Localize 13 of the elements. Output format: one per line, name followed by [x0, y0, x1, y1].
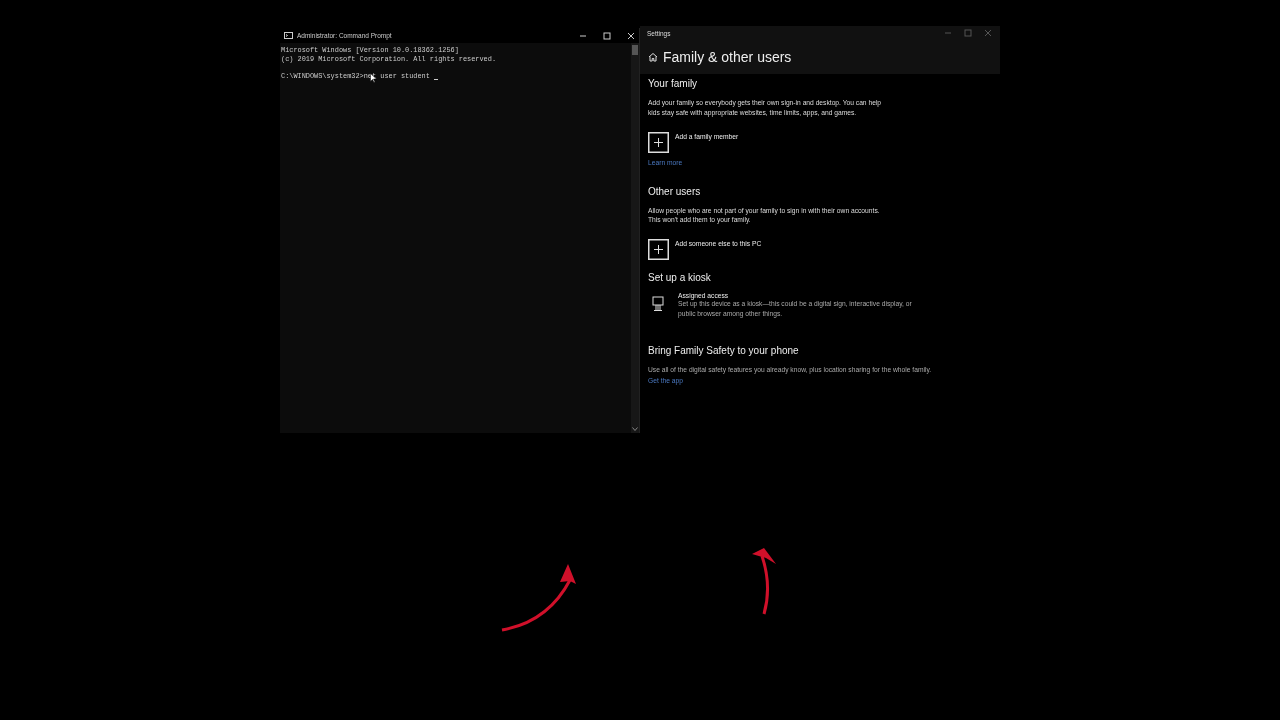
section-heading: Set up a kiosk	[648, 272, 712, 284]
add-button[interactable]	[648, 131, 669, 153]
scroll-down-icon[interactable]	[632, 427, 638, 431]
section-heading: Your family	[648, 78, 699, 89]
section-heading: Bring Family Safety to your phone	[648, 344, 800, 356]
page-title: Family & other users	[663, 49, 792, 65]
scrollbar[interactable]	[631, 43, 639, 433]
scrollbar-thumb[interactable]	[632, 45, 638, 55]
kiosk-icon	[652, 296, 664, 313]
section-heading: Other users	[648, 185, 702, 197]
add-button[interactable]	[648, 239, 669, 261]
home-icon[interactable]	[648, 52, 658, 62]
console-icon	[284, 32, 293, 39]
